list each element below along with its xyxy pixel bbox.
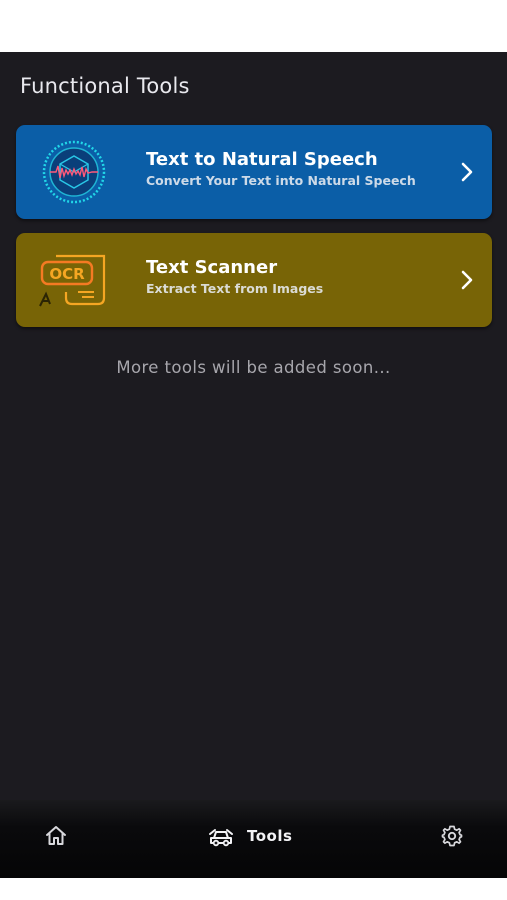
card-subtitle: Extract Text from Images: [146, 281, 324, 296]
gear-icon[interactable]: [440, 824, 464, 848]
app-screen: Functional Tools Text to Natural Speech …: [0, 52, 507, 878]
tool-card-text-to-speech[interactable]: Text to Natural Speech Convert Your Text…: [16, 125, 492, 219]
page-title: Functional Tools: [20, 74, 190, 98]
nav-tab-label: Tools: [247, 827, 293, 845]
nav-tab-tools[interactable]: Tools: [207, 822, 292, 850]
chevron-right-icon: [461, 270, 473, 290]
chevron-right-icon: [461, 162, 473, 182]
more-tools-note: More tools will be added soon...: [116, 358, 391, 377]
ocr-document-icon: OCR: [39, 254, 106, 307]
card-title: Text Scanner: [146, 257, 278, 278]
bottom-nav: Tools: [0, 800, 507, 878]
tools-icon: [209, 829, 233, 847]
tool-card-text-scanner[interactable]: OCR Text Scanner Extract Text from Image…: [16, 233, 492, 327]
card-subtitle: Convert Your Text into Natural Speech: [146, 173, 416, 188]
ocr-icon-text: OCR: [49, 265, 85, 283]
home-icon[interactable]: [44, 824, 68, 848]
speech-waveform-icon: [42, 140, 106, 204]
card-title: Text to Natural Speech: [146, 149, 378, 170]
